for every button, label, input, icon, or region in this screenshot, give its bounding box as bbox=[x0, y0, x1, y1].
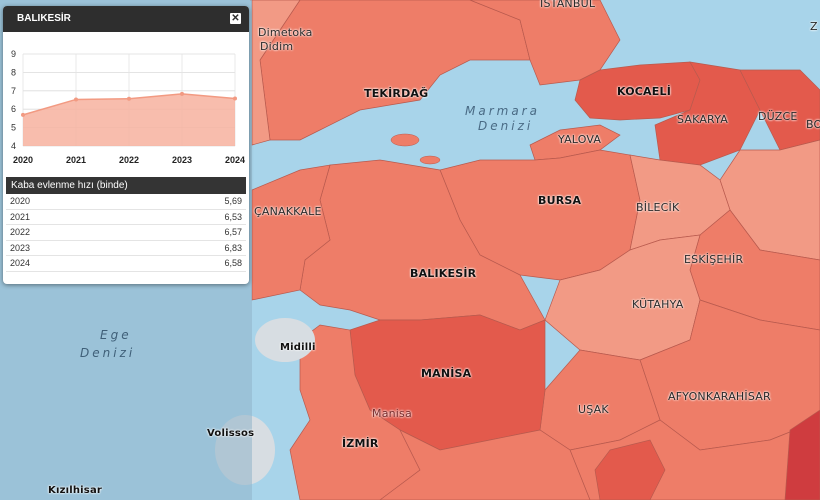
row-year: 2023 bbox=[10, 242, 31, 253]
label-afyonkarahisar: AFYONKARAHİSAR bbox=[668, 390, 771, 403]
panel-title: BALIKESİR bbox=[17, 13, 71, 24]
row-value: 6,53 bbox=[224, 211, 242, 222]
close-icon[interactable]: ✕ bbox=[230, 13, 241, 24]
table-row: 2023 6,83 bbox=[6, 241, 246, 256]
place-dimetoka: Dimetoka bbox=[258, 26, 313, 39]
table-row: 2024 6,58 bbox=[6, 256, 246, 272]
table-row: 2020 5,69 bbox=[6, 194, 246, 210]
lesbos-island bbox=[255, 318, 315, 362]
row-value: 5,69 bbox=[224, 196, 242, 207]
marmara-island bbox=[419, 155, 441, 165]
data-point bbox=[21, 112, 25, 117]
label-canakkale: ÇANAKKALE bbox=[254, 205, 322, 218]
label-balikesir: BALIKESİR bbox=[410, 267, 477, 280]
label-sakarya: SAKARYA bbox=[677, 113, 728, 126]
data-point bbox=[233, 96, 237, 101]
panel-header: BALIKESİR ✕ bbox=[3, 6, 249, 32]
label-marmara-1: Marmara bbox=[465, 104, 540, 118]
y-tick-label: 6 bbox=[11, 104, 16, 114]
place-istanbul-label: İSTANBUL bbox=[540, 0, 596, 10]
label-yalova: YALOVA bbox=[558, 133, 602, 146]
table-header: Kaba evlenme hızı (binde) bbox=[6, 177, 246, 194]
x-tick-label: 2024 bbox=[225, 155, 245, 165]
label-kocaeli: KOCAELİ bbox=[617, 85, 671, 98]
label-tekirdag: TEKİRDAĞ bbox=[364, 87, 429, 100]
marmara-island bbox=[390, 133, 420, 147]
y-tick-label: 8 bbox=[11, 67, 16, 77]
y-tick-label: 9 bbox=[11, 49, 16, 59]
label-bilecik: BİLECİK bbox=[636, 201, 680, 214]
label-izmir: İZMİR bbox=[342, 437, 379, 450]
label-eskisehir: ESKİŞEHİR bbox=[684, 253, 744, 266]
table-row: 2021 6,53 bbox=[6, 210, 246, 225]
info-panel: BALIKESİR ✕ 4 5 6 7 8 9 2020 2021 2022 2023 2024 K… bbox=[3, 6, 249, 284]
table-row: 2022 6,57 bbox=[6, 225, 246, 241]
area-chart: 4 5 6 7 8 9 2020 2021 2022 2023 2024 bbox=[11, 49, 245, 165]
row-value: 6,58 bbox=[224, 258, 242, 269]
place-didim: Didim bbox=[260, 40, 294, 53]
label-bursa: BURSA bbox=[538, 194, 582, 207]
y-tick-label: 5 bbox=[11, 123, 16, 133]
place-kizilhisar: Kızılhisar bbox=[48, 485, 103, 496]
y-tick-label: 7 bbox=[11, 86, 16, 96]
label-ege-2: Denizi bbox=[80, 346, 136, 360]
data-point bbox=[74, 97, 78, 102]
data-table: 2020 5,69 2021 6,53 2022 6,57 2023 6,83 2024 6,58 bbox=[6, 194, 246, 272]
row-year: 2020 bbox=[10, 196, 31, 207]
x-tick-label: 2021 bbox=[66, 155, 86, 165]
label-marmara-2: Denizi bbox=[478, 119, 534, 133]
x-tick-label: 2023 bbox=[172, 155, 192, 165]
place-z: Z bbox=[810, 20, 818, 33]
label-duzce: DÜZCE bbox=[758, 110, 798, 123]
place-volissos: Volissos bbox=[207, 428, 255, 439]
x-tick-label: 2020 bbox=[13, 155, 33, 165]
row-year: 2024 bbox=[10, 258, 31, 269]
x-tick-label: 2022 bbox=[119, 155, 139, 165]
row-year: 2022 bbox=[10, 227, 31, 238]
data-point bbox=[127, 96, 131, 101]
area-fill bbox=[23, 93, 235, 146]
place-bo: BO bbox=[806, 118, 820, 131]
label-kutahya: KÜTAHYA bbox=[632, 298, 684, 311]
data-point bbox=[180, 91, 184, 96]
label-manisa: MANİSA bbox=[421, 367, 472, 380]
row-value: 6,83 bbox=[224, 242, 242, 253]
place-manisa-town: Manisa bbox=[372, 407, 412, 420]
row-value: 6,57 bbox=[224, 227, 242, 238]
label-ege-1: Ege bbox=[100, 328, 132, 342]
place-midilli: Midilli bbox=[280, 342, 316, 353]
row-year: 2021 bbox=[10, 211, 31, 222]
y-tick-label: 4 bbox=[11, 141, 16, 151]
label-usak: UŞAK bbox=[578, 403, 609, 416]
